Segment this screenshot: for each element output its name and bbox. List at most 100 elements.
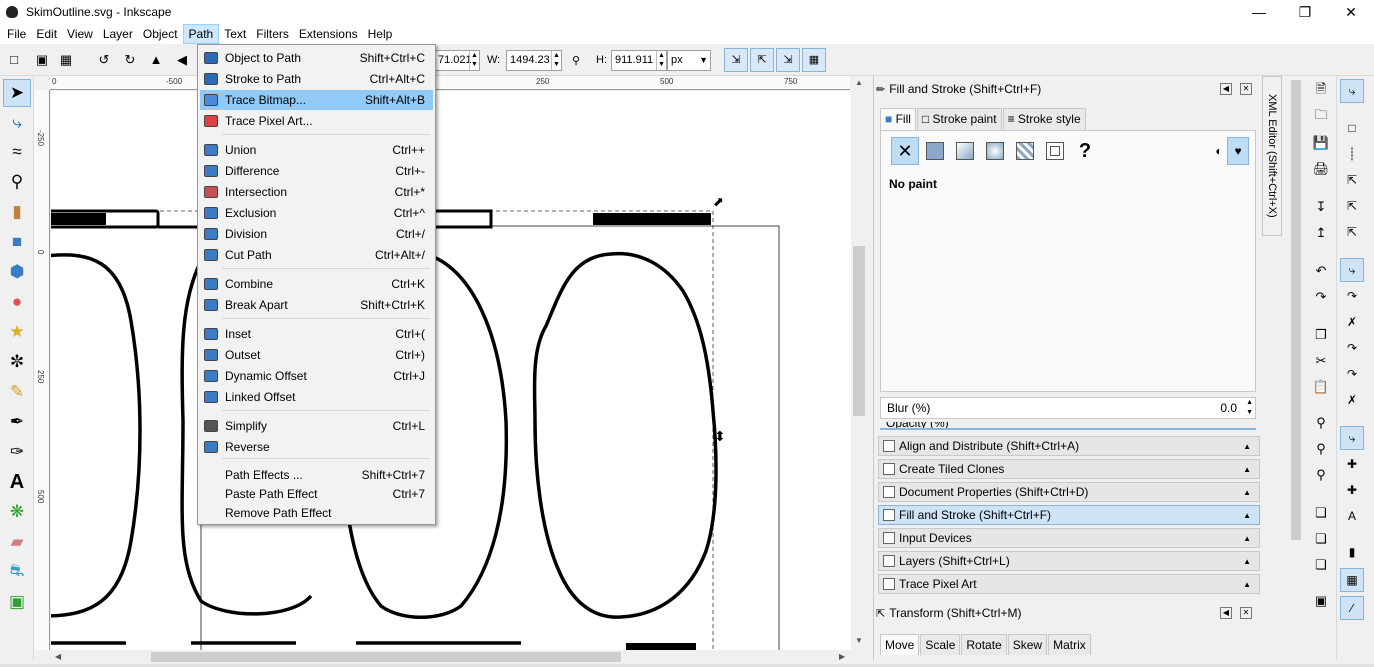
flip-vertical-icon[interactable]: ◀ xyxy=(174,52,190,68)
snap-center-icon[interactable]: ✚ xyxy=(1340,452,1364,476)
snap-rotation-center-icon[interactable]: ✚ xyxy=(1340,478,1364,502)
menu-item-dynamic-offset[interactable]: Dynamic Offset Ctrl+J xyxy=(200,366,433,386)
node-tool[interactable]: ⤷ xyxy=(3,109,31,137)
menu-item-remove-path-effect[interactable]: Remove Path Effect xyxy=(200,503,433,523)
vertical-scroll-thumb[interactable] xyxy=(853,246,865,416)
panel-iconify-button[interactable]: ◀ xyxy=(1220,83,1232,95)
menu-help[interactable]: Help xyxy=(363,24,398,44)
menu-item-inset[interactable]: Inset Ctrl+( xyxy=(200,324,433,344)
selector-tool[interactable]: ➤ xyxy=(3,79,31,107)
menu-item-trace-pixel-art[interactable]: Trace Pixel Art... xyxy=(200,111,433,131)
flip-horizontal-icon[interactable]: ▲ xyxy=(148,52,164,68)
h-spin-arrows-icon[interactable]: ▲ ▼ xyxy=(656,51,666,70)
zoom-page-icon[interactable]: ⚲ xyxy=(1312,466,1330,484)
expand-chevron-icon[interactable]: ▲ xyxy=(1243,557,1251,566)
rectangle-tool[interactable]: ■ xyxy=(3,228,31,256)
menu-extensions[interactable]: Extensions xyxy=(294,24,363,44)
expand-chevron-icon[interactable]: ▲ xyxy=(1243,580,1251,589)
paint-bucket-tool[interactable]: ⛐ xyxy=(3,558,31,586)
menu-layer[interactable]: Layer xyxy=(98,24,138,44)
transform-close-button[interactable]: ✕ xyxy=(1240,607,1252,619)
copy-icon[interactable]: ❐ xyxy=(1312,326,1330,344)
snap-intersection-icon[interactable]: ✗ xyxy=(1340,310,1364,334)
panel-close-button[interactable]: ✕ xyxy=(1240,83,1252,95)
horizontal-ruler[interactable]: 0 -500 250 500 750 xyxy=(50,76,850,90)
move-gradients-toggle[interactable]: ⇲ xyxy=(776,48,800,72)
expand-chevron-icon[interactable]: ▲ xyxy=(1243,465,1251,474)
text-tool[interactable]: A xyxy=(3,468,31,496)
dock-scroll-thumb[interactable] xyxy=(1291,80,1301,540)
snap-others-icon[interactable]: ⤷ xyxy=(1340,426,1364,450)
scroll-left-icon[interactable]: ◀ xyxy=(55,652,61,661)
flat-color-button[interactable] xyxy=(921,137,949,165)
panel-trace-pixel-art[interactable]: Trace Pixel Art ▲ xyxy=(878,574,1260,594)
save-icon[interactable]: 💾 xyxy=(1312,134,1330,152)
menu-item-intersection[interactable]: Intersection Ctrl+* xyxy=(200,182,433,202)
snap-bbox-edge-icon[interactable]: ┊ xyxy=(1340,142,1364,166)
menu-item-trace-bitmap[interactable]: Trace Bitmap... Shift+Alt+B xyxy=(200,90,433,110)
snap-smooth-icon[interactable]: ↷ xyxy=(1340,362,1364,386)
expand-chevron-icon[interactable]: ▲ xyxy=(1243,442,1251,451)
minimize-button[interactable]: — xyxy=(1236,0,1282,24)
export-icon[interactable]: ↥ xyxy=(1312,224,1330,242)
zoom-selection-icon[interactable]: ⚲ xyxy=(1312,414,1330,432)
tweak-tool[interactable]: ≈ xyxy=(3,138,31,166)
rotate-ccw-icon[interactable]: ↺ xyxy=(96,52,112,68)
no-paint-button[interactable]: ✕ xyxy=(891,137,919,165)
scroll-down-icon[interactable]: ▼ xyxy=(855,636,863,645)
menu-item-object-to-path[interactable]: Object to Path Shift+Ctrl+C xyxy=(200,48,433,68)
tab-stroke-paint[interactable]: □ Stroke paint xyxy=(916,108,1002,130)
menu-edit[interactable]: Edit xyxy=(31,24,62,44)
new-document-icon[interactable]: 🗎 xyxy=(1312,81,1330,100)
group-icon[interactable]: ▣ xyxy=(1312,592,1330,610)
zoom-tool[interactable]: ⚲ xyxy=(3,168,31,196)
undo-icon[interactable]: ↶ xyxy=(1312,262,1330,280)
move-patterns-toggle[interactable]: ▦ xyxy=(802,48,826,72)
panel-document-properties[interactable]: Document Properties (Shift+Ctrl+D) ▲ xyxy=(878,482,1260,502)
snap-toggle-icon[interactable]: ⤷ xyxy=(1340,79,1364,103)
fill-rule-nonzero-button[interactable]: ♥ xyxy=(1227,137,1249,165)
canvas-vertical-scrollbar[interactable]: ▲ ▼ xyxy=(851,76,867,650)
tab-rotate[interactable]: Rotate xyxy=(961,634,1007,655)
deselect-icon[interactable]: ▦ xyxy=(58,52,74,68)
snap-text-baseline-icon[interactable]: A xyxy=(1340,504,1364,528)
menu-text[interactable]: Text xyxy=(219,24,251,44)
calligraphy-tool[interactable]: ✑ xyxy=(3,438,31,466)
lock-icon[interactable]: ⚲ xyxy=(568,53,584,69)
menu-item-reverse[interactable]: Reverse xyxy=(200,437,433,457)
linear-gradient-button[interactable] xyxy=(951,137,979,165)
tab-matrix[interactable]: Matrix xyxy=(1048,634,1091,655)
snap-midpoint-icon[interactable]: ✗ xyxy=(1340,388,1364,412)
tab-skew[interactable]: Skew xyxy=(1007,634,1048,655)
print-icon[interactable]: 🖨 xyxy=(1312,160,1330,178)
x-field[interactable]: 71.021 ▲ ▼ xyxy=(434,50,480,71)
select-all-layers-icon[interactable]: ▣ xyxy=(34,52,50,68)
tab-stroke-style[interactable]: ≡ Stroke style xyxy=(1002,108,1086,130)
scroll-right-icon[interactable]: ▶ xyxy=(839,652,845,661)
snap-guide-icon[interactable]: ∕ xyxy=(1340,596,1364,620)
pattern-button[interactable] xyxy=(1011,137,1039,165)
unset-paint-button[interactable]: ? xyxy=(1071,137,1099,165)
snap-cusp-icon[interactable]: ↷ xyxy=(1340,336,1364,360)
snap-bbox-center-icon[interactable]: ⇱ xyxy=(1340,220,1364,244)
h-field[interactable]: 911.911 ▲ ▼ xyxy=(611,50,667,71)
pencil-tool[interactable]: ✎ xyxy=(3,378,31,406)
snap-path-icon[interactable]: ↷ xyxy=(1340,284,1364,308)
menu-item-division[interactable]: Division Ctrl+/ xyxy=(200,224,433,244)
snap-grid-icon[interactable]: ▦ xyxy=(1340,568,1364,592)
pen-tool[interactable]: ✒ xyxy=(3,408,31,436)
vertical-ruler[interactable]: -250 0 250 500 xyxy=(34,90,50,650)
snap-bbox-icon[interactable]: □ xyxy=(1340,116,1364,140)
menu-object[interactable]: Object xyxy=(138,24,183,44)
clone-icon[interactable]: ❏ xyxy=(1312,530,1330,548)
menu-item-path-effects[interactable]: Path Effects ... Shift+Ctrl+7 xyxy=(200,465,433,485)
expand-chevron-icon[interactable]: ▲ xyxy=(1243,534,1251,543)
snap-bbox-corner-icon[interactable]: ⇱ xyxy=(1340,168,1364,192)
menu-item-union[interactable]: Union Ctrl++ xyxy=(200,140,433,160)
snap-bbox-midpoint-icon[interactable]: ⇱ xyxy=(1340,194,1364,218)
expand-chevron-icon[interactable]: ▲ xyxy=(1243,488,1251,497)
spray-tool[interactable]: ❋ xyxy=(3,498,31,526)
menu-view[interactable]: View xyxy=(62,24,98,44)
panel-fill-and-stroke[interactable]: Fill and Stroke (Shift+Ctrl+F) ▲ xyxy=(878,505,1260,525)
scale-corners-toggle[interactable]: ⇱ xyxy=(750,48,774,72)
